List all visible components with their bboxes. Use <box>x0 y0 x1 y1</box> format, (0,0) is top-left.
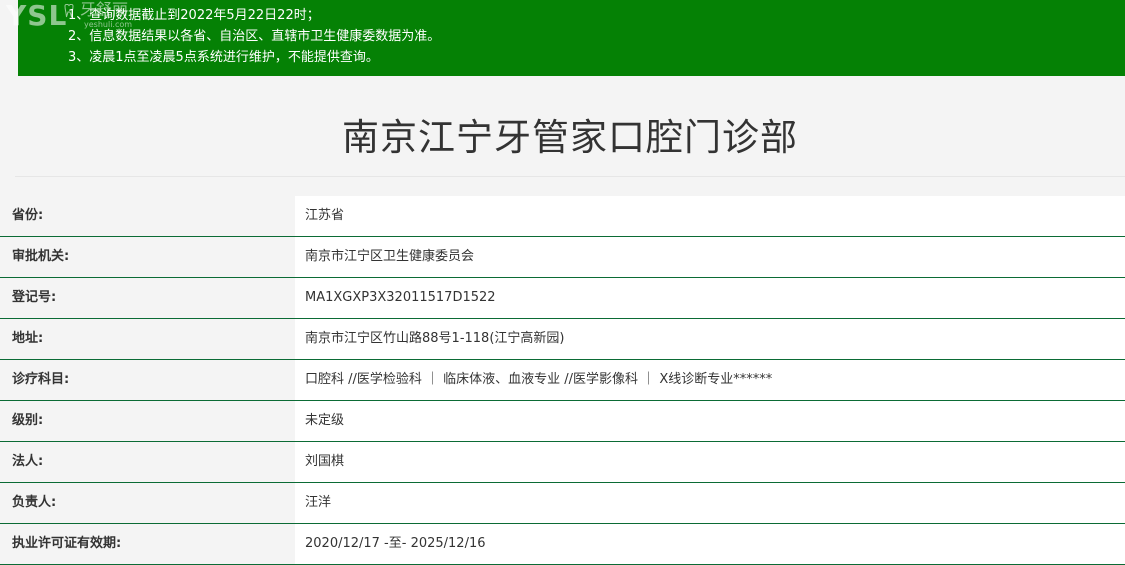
logo-text: YSL <box>6 0 68 32</box>
table-row: 诊疗科目: 口腔科 //医学检验科 ｜ 临床体液、血液专业 //医学影像科 ｜ … <box>0 360 1125 401</box>
table-row: 省份: 江苏省 <box>0 196 1125 237</box>
table-row: 级别: 未定级 <box>0 401 1125 442</box>
tooth-icon <box>64 4 74 18</box>
row-label: 级别: <box>0 401 295 441</box>
table-row: 登记号: MA1XGXP3X32011517D1522 <box>0 278 1125 319</box>
row-label: 省份: <box>0 196 295 236</box>
row-value: 未定级 <box>295 401 1125 441</box>
logo-cn-text: 牙舒丽 <box>80 0 129 19</box>
table-row: 执业许可证有效期: 2020/12/17 -至- 2025/12/16 <box>0 524 1125 565</box>
notice-line: 2、信息数据结果以各省、自治区、直辖市卫生健康委数据为准。 <box>68 29 441 44</box>
row-value: 南京市江宁区卫生健康委员会 <box>295 237 1125 277</box>
row-value: 2020/12/17 -至- 2025/12/16 <box>295 524 1125 564</box>
row-label: 审批机关: <box>0 237 295 277</box>
row-label: 登记号: <box>0 278 295 318</box>
row-label: 地址: <box>0 319 295 359</box>
table-row: 负责人: 汪洋 <box>0 483 1125 524</box>
table-row: 法人: 刘国棋 <box>0 442 1125 483</box>
table-row: 审批机关: 南京市江宁区卫生健康委员会 <box>0 237 1125 278</box>
row-label: 负责人: <box>0 483 295 523</box>
page-title: 南京江宁牙管家口腔门诊部 <box>342 116 798 159</box>
info-table: 省份: 江苏省 审批机关: 南京市江宁区卫生健康委员会 登记号: MA1XGXP… <box>0 196 1125 565</box>
notice-line: 1、查询数据截止到2022年5月22日22时； <box>68 8 320 23</box>
row-value: MA1XGXP3X32011517D1522 <box>295 278 1125 318</box>
table-row: 地址: 南京市江宁区竹山路88号1-118(江宁高新园) <box>0 319 1125 360</box>
row-value: 江苏省 <box>295 196 1125 236</box>
logo-en-text: yeshuli.com <box>84 20 133 29</box>
row-label: 诊疗科目: <box>0 360 295 400</box>
title-area: 南京江宁牙管家口腔门诊部 <box>15 76 1125 177</box>
row-label: 执业许可证有效期: <box>0 524 295 564</box>
row-value: 口腔科 //医学检验科 ｜ 临床体液、血液专业 //医学影像科 ｜ X线诊断专业… <box>295 360 1125 400</box>
notice-banner: 1、查询数据截止到2022年5月22日22时； 2、信息数据结果以各省、自治区、… <box>18 0 1125 76</box>
site-logo[interactable]: YSL 牙舒丽 yeshuli.com <box>6 0 136 36</box>
row-value: 汪洋 <box>295 483 1125 523</box>
notice-line: 3、凌晨1点至凌晨5点系统进行维护，不能提供查询。 <box>68 50 379 65</box>
row-value: 南京市江宁区竹山路88号1-118(江宁高新园) <box>295 319 1125 359</box>
row-label: 法人: <box>0 442 295 482</box>
row-value: 刘国棋 <box>295 442 1125 482</box>
